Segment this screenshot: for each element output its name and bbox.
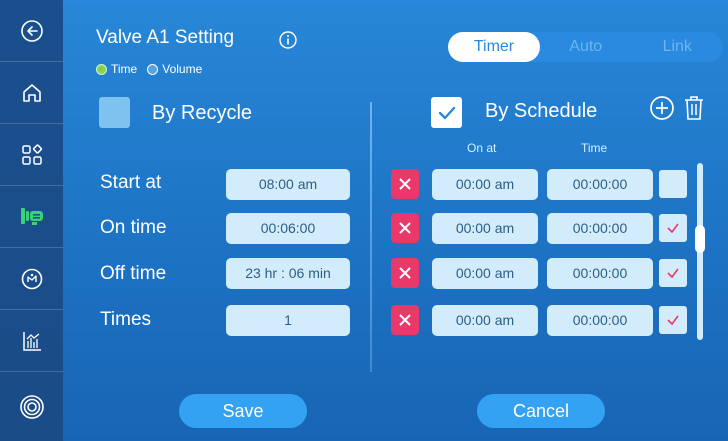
add-icon[interactable] xyxy=(649,95,675,121)
schedule-time-field[interactable]: 00:00:00 xyxy=(547,213,653,244)
mode-tabs: Timer Auto Link xyxy=(448,32,723,62)
pump-icon xyxy=(21,268,42,289)
schedule-scrollbar-thumb[interactable] xyxy=(695,225,705,253)
info-icon[interactable] xyxy=(279,31,297,49)
times-label: Times xyxy=(100,309,152,330)
col-on-at: On at xyxy=(467,141,497,155)
schedule-row-checkbox[interactable] xyxy=(659,214,687,242)
radio-selected-icon xyxy=(96,63,107,75)
on-time-label: On time xyxy=(100,217,167,238)
valve-setting-screen: Valve A1 Setting Time Volume Timer Auto … xyxy=(0,0,728,441)
valve-icon xyxy=(20,207,43,225)
off-time-field[interactable]: 23 hr : 06 min xyxy=(226,258,350,289)
start-at-field[interactable]: 08:00 am xyxy=(226,169,350,200)
on-time-field[interactable]: 00:06:00 xyxy=(226,213,350,244)
check-icon xyxy=(667,315,679,326)
trash-icon[interactable] xyxy=(683,95,705,121)
grid-icon xyxy=(21,143,42,165)
sidebar-item-home[interactable] xyxy=(0,62,63,124)
schedule-row-checkbox[interactable] xyxy=(659,306,687,334)
schedule-on-at-field[interactable]: 00:00 am xyxy=(432,258,538,289)
radio-unselected-icon xyxy=(147,63,159,75)
sidebar-item-grid[interactable] xyxy=(0,124,63,186)
main-panel: Valve A1 Setting Time Volume Timer Auto … xyxy=(63,0,728,441)
sidebar-item-back[interactable] xyxy=(0,0,63,62)
back-arrow-icon xyxy=(20,19,43,42)
mode-radio-group: Time Volume xyxy=(96,62,202,76)
sidebar-item-target[interactable] xyxy=(0,372,63,441)
sidebar-item-pump[interactable] xyxy=(0,248,63,310)
schedule-on-at-field[interactable]: 00:00 am xyxy=(432,213,538,244)
schedule-time-field[interactable]: 00:00:00 xyxy=(547,169,653,200)
schedule-time-field[interactable]: 00:00:00 xyxy=(547,258,653,289)
chart-icon xyxy=(22,331,41,351)
check-icon xyxy=(667,223,679,234)
home-icon xyxy=(22,83,41,102)
delete-row-button[interactable] xyxy=(391,258,419,288)
check-icon xyxy=(438,106,455,119)
schedule-time-field[interactable]: 00:00:00 xyxy=(547,305,653,336)
close-icon xyxy=(399,178,411,190)
check-icon xyxy=(667,268,679,279)
tab-timer[interactable]: Timer xyxy=(448,32,540,62)
close-icon xyxy=(399,314,411,326)
by-recycle-label: By Recycle xyxy=(152,102,253,124)
mode-time-radio[interactable]: Time xyxy=(96,62,137,76)
section-divider xyxy=(370,102,372,372)
times-field[interactable]: 1 xyxy=(226,305,350,336)
target-icon xyxy=(19,394,44,419)
mode-time-label: Time xyxy=(111,62,138,76)
delete-row-button[interactable] xyxy=(391,213,419,243)
schedule-on-at-field[interactable]: 00:00 am xyxy=(432,305,538,336)
page-title: Valve A1 Setting xyxy=(96,27,235,48)
save-button[interactable]: Save xyxy=(179,394,307,428)
sidebar-item-chart[interactable] xyxy=(0,310,63,372)
by-recycle-checkbox[interactable] xyxy=(99,97,130,128)
mode-volume-label: Volume xyxy=(162,62,203,76)
by-schedule-label: By Schedule xyxy=(485,100,598,122)
schedule-row-checkbox[interactable] xyxy=(659,170,687,198)
close-icon xyxy=(399,267,411,279)
tab-auto[interactable]: Auto xyxy=(540,38,632,56)
tab-link[interactable]: Link xyxy=(632,38,724,56)
schedule-row-checkbox[interactable] xyxy=(659,259,687,287)
delete-row-button[interactable] xyxy=(391,169,419,199)
start-at-label: Start at xyxy=(100,172,162,193)
mode-volume-radio[interactable]: Volume xyxy=(147,62,202,76)
col-time: Time xyxy=(581,141,608,155)
off-time-label: Off time xyxy=(100,263,167,284)
sidebar-item-valve[interactable] xyxy=(0,186,63,248)
schedule-on-at-field[interactable]: 00:00 am xyxy=(432,169,538,200)
cancel-button[interactable]: Cancel xyxy=(477,394,605,428)
delete-row-button[interactable] xyxy=(391,305,419,335)
close-icon xyxy=(399,222,411,234)
by-schedule-checkbox[interactable] xyxy=(431,97,462,128)
sidebar-nav xyxy=(0,0,63,441)
